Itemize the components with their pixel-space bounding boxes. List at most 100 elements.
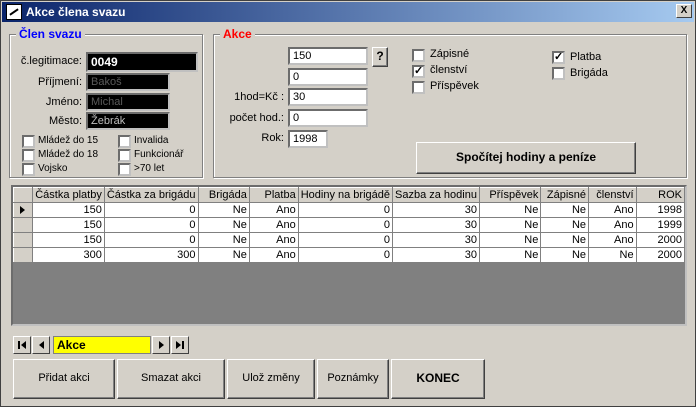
official-checkbox[interactable] (118, 149, 131, 162)
column-header[interactable]: Příspěvek (478, 187, 542, 203)
member-group: Člen svazu č.legitimace: 0049 Příjmení: … (9, 27, 203, 178)
table-row[interactable]: 300 300 Ne Ano 0 30 Ne Ne Ne 2000 (13, 247, 685, 263)
table-cell[interactable]: Ano (248, 217, 299, 233)
member-id-field[interactable]: 0049 (86, 52, 198, 72)
table-cell[interactable]: Ne (588, 247, 637, 263)
surname-field[interactable]: Bakoš (86, 73, 170, 91)
hours-count-field[interactable]: 0 (288, 109, 368, 127)
table-cell[interactable]: 0 (103, 202, 199, 218)
table-cell[interactable]: Ano (588, 202, 637, 218)
table-cell[interactable]: Ne (197, 247, 250, 263)
table-cell[interactable]: Ne (197, 202, 250, 218)
table-cell[interactable]: Ano (588, 217, 637, 233)
table-cell[interactable]: Ano (588, 232, 637, 248)
table-row[interactable]: 150 0 Ne Ano 0 30 Ne Ne Ano 1999 (13, 217, 685, 233)
table-cell[interactable]: Ne (197, 232, 250, 248)
first-record-button[interactable] (13, 336, 31, 354)
table-cell[interactable]: 150 (31, 202, 105, 218)
help-button[interactable]: ? (372, 47, 388, 67)
next-record-button[interactable] (152, 336, 170, 354)
table-cell[interactable]: Ne (478, 232, 542, 248)
table-cell[interactable]: Ne (478, 202, 542, 218)
table-cell[interactable]: Ne (478, 217, 542, 233)
table-cell[interactable]: 30 (392, 202, 480, 218)
table-row[interactable]: 150 0 Ne Ano 0 30 Ne Ne Ano 1998 (13, 202, 685, 218)
youth-15-checkbox[interactable] (22, 135, 35, 148)
row-selector[interactable] (13, 217, 33, 233)
payment-checkbox[interactable]: ✓ (552, 51, 565, 64)
first-record-arrow-icon (21, 341, 26, 349)
column-header[interactable]: ROK (635, 187, 685, 203)
table-cell[interactable]: 30 (392, 217, 480, 233)
table-cell[interactable]: 1999 (635, 217, 685, 233)
column-header[interactable]: členství (588, 187, 637, 203)
table-cell[interactable]: Ne (540, 232, 590, 248)
table-cell[interactable]: Ne (197, 217, 250, 233)
youth-18-checkbox[interactable] (22, 149, 35, 162)
compute-button[interactable]: Spočítej hodiny a peníze (416, 142, 636, 174)
table-cell[interactable]: Ne (478, 247, 542, 263)
table-cell[interactable]: 300 (31, 247, 105, 263)
membership-checkbox[interactable]: ✓ (412, 65, 425, 78)
last-record-button[interactable] (171, 336, 189, 354)
year-field[interactable]: 1998 (288, 130, 328, 148)
table-cell[interactable]: Ne (540, 217, 590, 233)
registration-fee-label: Zápisné (430, 48, 470, 60)
table-cell[interactable]: 2000 (635, 232, 685, 248)
column-header[interactable]: Hodiny na brigádě (297, 187, 394, 203)
table-cell[interactable]: Ano (248, 232, 299, 248)
table-cell[interactable]: 30 (392, 247, 480, 263)
row-selector[interactable] (13, 232, 33, 248)
table-cell[interactable]: 0 (297, 202, 394, 218)
delete-action-button[interactable]: Smazat akci (117, 359, 225, 399)
table-row[interactable]: 150 0 Ne Ano 0 30 Ne Ne Ano 2000 (13, 232, 685, 248)
row-selector[interactable] (13, 202, 33, 218)
table-cell[interactable]: Ano (248, 247, 299, 263)
table-cell[interactable]: Ne (540, 202, 590, 218)
disabled-checkbox[interactable] (118, 135, 131, 148)
column-header[interactable]: Částka platby (31, 187, 105, 203)
last-record-bar-icon (182, 341, 184, 349)
hourly-rate-field[interactable]: 30 (288, 88, 368, 106)
table-cell[interactable]: 0 (297, 247, 394, 263)
membership-label: členství (430, 64, 468, 76)
column-header[interactable]: Částka za brigádu (103, 187, 199, 203)
first-record-bar-icon (18, 341, 20, 349)
member-id-label: č.legitimace: (20, 55, 82, 67)
table-cell[interactable]: 0 (103, 217, 199, 233)
table-cell[interactable]: Ano (248, 202, 299, 218)
table-cell[interactable]: 0 (297, 232, 394, 248)
over-70-checkbox[interactable] (118, 163, 131, 176)
column-header[interactable]: Brigáda (197, 187, 250, 203)
table-cell[interactable]: Ne (540, 247, 590, 263)
exit-button[interactable]: KONEC (391, 359, 485, 399)
table-cell[interactable]: 150 (31, 217, 105, 233)
notes-button[interactable]: Poznámky (317, 359, 389, 399)
row-selector[interactable] (13, 247, 33, 263)
first-name-field[interactable]: Michal (86, 93, 170, 111)
table-cell[interactable]: 30 (392, 232, 480, 248)
column-header[interactable]: Platba (248, 187, 299, 203)
table-cell[interactable]: 0 (297, 217, 394, 233)
work-brigade-checkbox[interactable] (552, 67, 565, 80)
previous-record-button[interactable] (32, 336, 50, 354)
table-cell[interactable]: 0 (103, 232, 199, 248)
column-header[interactable]: Zápisné (540, 187, 590, 203)
registration-fee-checkbox[interactable] (412, 49, 425, 62)
table-cell[interactable]: 1998 (635, 202, 685, 218)
table-cell[interactable]: 2000 (635, 247, 685, 263)
amount-field[interactable]: 150 (288, 47, 368, 65)
contribution-checkbox[interactable] (412, 81, 425, 94)
military-checkbox[interactable] (22, 163, 35, 176)
add-action-button[interactable]: Přidat akci (13, 359, 115, 399)
table-cell[interactable]: 300 (103, 247, 199, 263)
actions-table[interactable]: Částka platby Částka za brigádu Brigáda … (11, 185, 687, 326)
disabled-label: Invalida (134, 135, 169, 146)
city-field[interactable]: Žebrák (86, 112, 170, 130)
close-button[interactable]: X (676, 4, 692, 18)
title-bar: Akce člena svazu X (2, 2, 694, 22)
amount-secondary-field[interactable]: 0 (288, 68, 368, 86)
column-header[interactable]: Sazba za hodinu (392, 187, 480, 203)
save-changes-button[interactable]: Ulož změny (227, 359, 315, 399)
table-cell[interactable]: 150 (31, 232, 105, 248)
